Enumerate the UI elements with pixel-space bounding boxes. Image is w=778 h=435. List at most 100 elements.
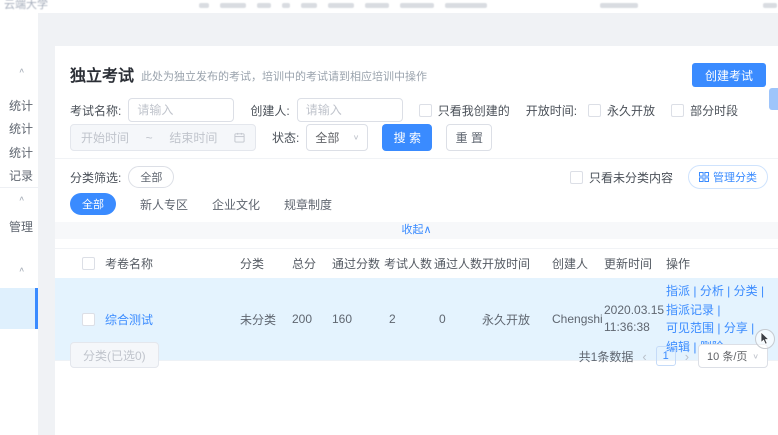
tag-all[interactable]: 全部 bbox=[70, 193, 116, 215]
exam-name-input[interactable] bbox=[128, 98, 234, 122]
next-page-icon[interactable]: › bbox=[685, 349, 689, 364]
sidebar-item-manage[interactable]: 管理 bbox=[9, 218, 33, 235]
create-exam-button[interactable]: 创建考试 bbox=[692, 63, 766, 87]
page-subtitle: 此处为独立发布的考试，培训中的考试请到相应培训中操作 bbox=[141, 68, 427, 84]
page-number[interactable]: 1 bbox=[656, 346, 676, 366]
calendar-icon bbox=[234, 132, 245, 143]
only-uncategorized-label: 只看未分类内容 bbox=[589, 169, 673, 186]
top-nav-item[interactable] bbox=[282, 3, 290, 8]
exam-name-link[interactable]: 综合测试 bbox=[105, 311, 240, 328]
top-nav-item[interactable] bbox=[199, 3, 209, 8]
cell-open-time: 永久开放 bbox=[482, 311, 552, 328]
partial-time-checkbox[interactable]: 部分时段 bbox=[671, 102, 738, 119]
action-share[interactable]: 分享 bbox=[724, 321, 754, 335]
category-all-pill[interactable]: 全部 bbox=[128, 166, 174, 188]
manage-category-label: 管理分类 bbox=[713, 169, 757, 185]
action-classify[interactable]: 分类 bbox=[734, 284, 764, 298]
open-time-label: 开放时间: bbox=[526, 102, 577, 119]
chevron-up-icon[interactable]: ∧ bbox=[18, 66, 25, 74]
chevron-up-icon[interactable]: ∧ bbox=[18, 194, 25, 202]
status-select[interactable]: 全部 ∨ bbox=[306, 124, 368, 151]
col-total-score: 总分 bbox=[292, 255, 332, 272]
checkbox-icon[interactable] bbox=[570, 171, 583, 184]
search-button[interactable]: 搜 索 bbox=[382, 124, 432, 151]
range-separator: ~ bbox=[146, 131, 153, 145]
forever-open-checkbox[interactable]: 永久开放 bbox=[588, 102, 655, 119]
action-assign[interactable]: 指派 bbox=[666, 284, 700, 298]
updated-date: 2020.03.15 bbox=[604, 302, 666, 319]
tag-newcomer[interactable]: 新人专区 bbox=[140, 196, 188, 213]
filter-row-2: 开始时间 ~ 结束时间 状态: 全部 ∨ 搜 索 重 置 bbox=[70, 124, 492, 151]
top-nav-item[interactable] bbox=[257, 3, 271, 8]
sidebar-divider bbox=[0, 187, 38, 188]
top-nav-item[interactable] bbox=[600, 3, 638, 8]
col-pass-score: 通过分数 bbox=[332, 255, 384, 272]
sidebar-item-active[interactable] bbox=[0, 288, 38, 329]
col-creator: 创建人 bbox=[552, 255, 604, 272]
status-value: 全部 bbox=[315, 129, 339, 146]
row-checkbox[interactable] bbox=[82, 313, 95, 326]
page-size-value: 10 条/页 bbox=[707, 348, 747, 364]
creator-input[interactable] bbox=[297, 98, 403, 122]
top-nav-item[interactable] bbox=[763, 3, 777, 8]
category-filter-label: 分类筛选: bbox=[70, 169, 121, 186]
category-tags-row: 全部 新人专区 企业文化 规章制度 bbox=[70, 193, 332, 215]
cell-pass-score: 160 bbox=[332, 312, 384, 326]
chevron-up-icon[interactable]: ∧ bbox=[18, 265, 25, 273]
only-mine-label: 只看我创建的 bbox=[438, 102, 510, 119]
cell-total-score: 200 bbox=[292, 312, 332, 326]
col-passed: 通过人数 bbox=[434, 255, 482, 272]
col-updated: 更新时间 bbox=[604, 255, 666, 272]
top-nav-item[interactable] bbox=[365, 3, 389, 8]
col-open-time: 开放时间 bbox=[482, 255, 552, 272]
screen: 云端大学 ∧ 统计 统计 统计 记录 ∧ 管理 ∧ 独立考试 此处为独立发布的考… bbox=[0, 0, 778, 435]
select-all-checkbox[interactable] bbox=[82, 257, 95, 270]
action-assign-records[interactable]: 指派记录 bbox=[666, 303, 720, 317]
top-nav-item[interactable] bbox=[445, 3, 487, 8]
cell-creator: Chengshi bbox=[552, 312, 604, 326]
sidebar: ∧ 统计 统计 统计 记录 ∧ 管理 ∧ bbox=[0, 13, 38, 435]
table-header: 考卷名称 分类 总分 通过分数 考试人数 通过人数 开放时间 创建人 更新时间 … bbox=[55, 248, 778, 278]
sidebar-item-stats-1[interactable]: 统计 bbox=[9, 97, 33, 114]
checkbox-icon[interactable] bbox=[588, 104, 601, 117]
reset-button[interactable]: 重 置 bbox=[446, 124, 492, 151]
updated-time: 11:36:38 bbox=[604, 319, 666, 336]
only-mine-checkbox[interactable]: 只看我创建的 bbox=[419, 102, 510, 119]
cell-updated: 2020.03.15 11:36:38 bbox=[604, 302, 666, 337]
grid-icon bbox=[699, 172, 709, 182]
floating-widget[interactable] bbox=[769, 88, 778, 110]
col-category: 分类 bbox=[240, 255, 292, 272]
checkbox-icon[interactable] bbox=[671, 104, 684, 117]
col-exam-name: 考卷名称 bbox=[105, 255, 240, 272]
exam-name-label: 考试名称: bbox=[70, 102, 121, 119]
sidebar-item-stats-3[interactable]: 统计 bbox=[9, 144, 33, 161]
category-filter-row: 分类筛选: 全部 只看未分类内容 管理分类 bbox=[70, 165, 768, 189]
only-uncategorized-checkbox[interactable]: 只看未分类内容 bbox=[570, 169, 673, 186]
batch-classify-button[interactable]: 分类(已选0) bbox=[70, 342, 159, 368]
collapse-toggle[interactable]: 收起∧ bbox=[55, 222, 778, 239]
checkbox-icon[interactable] bbox=[419, 104, 432, 117]
org-logo: 云端大学 bbox=[4, 0, 48, 12]
top-nav-item[interactable] bbox=[400, 3, 434, 8]
status-label: 状态: bbox=[272, 129, 299, 146]
cell-category: 未分类 bbox=[240, 311, 292, 328]
top-nav-item[interactable] bbox=[220, 3, 246, 8]
creator-label: 创建人: bbox=[250, 102, 289, 119]
top-nav-item[interactable] bbox=[301, 3, 317, 8]
chevron-down-icon: ∨ bbox=[353, 133, 360, 142]
partial-time-label: 部分时段 bbox=[690, 102, 738, 119]
date-range-picker[interactable]: 开始时间 ~ 结束时间 bbox=[70, 124, 256, 151]
action-visible-range[interactable]: 可见范围 bbox=[666, 321, 724, 335]
tag-culture[interactable]: 企业文化 bbox=[212, 196, 260, 213]
top-nav-item[interactable] bbox=[328, 3, 354, 8]
action-analyze[interactable]: 分析 bbox=[700, 284, 734, 298]
manage-category-button[interactable]: 管理分类 bbox=[688, 165, 768, 189]
tag-rules[interactable]: 规章制度 bbox=[284, 196, 332, 213]
chevron-down-icon: ∨ bbox=[752, 352, 759, 361]
sidebar-item-stats-2[interactable]: 统计 bbox=[9, 120, 33, 137]
page-title: 独立考试 bbox=[70, 62, 134, 86]
page-size-select[interactable]: 10 条/页 ∨ bbox=[698, 344, 768, 368]
sidebar-item-records[interactable]: 记录 bbox=[9, 167, 33, 184]
filter-row-1: 考试名称: 创建人: 只看我创建的 开放时间: 永久开放 部分时段 bbox=[70, 97, 738, 123]
prev-page-icon[interactable]: ‹ bbox=[642, 349, 646, 364]
